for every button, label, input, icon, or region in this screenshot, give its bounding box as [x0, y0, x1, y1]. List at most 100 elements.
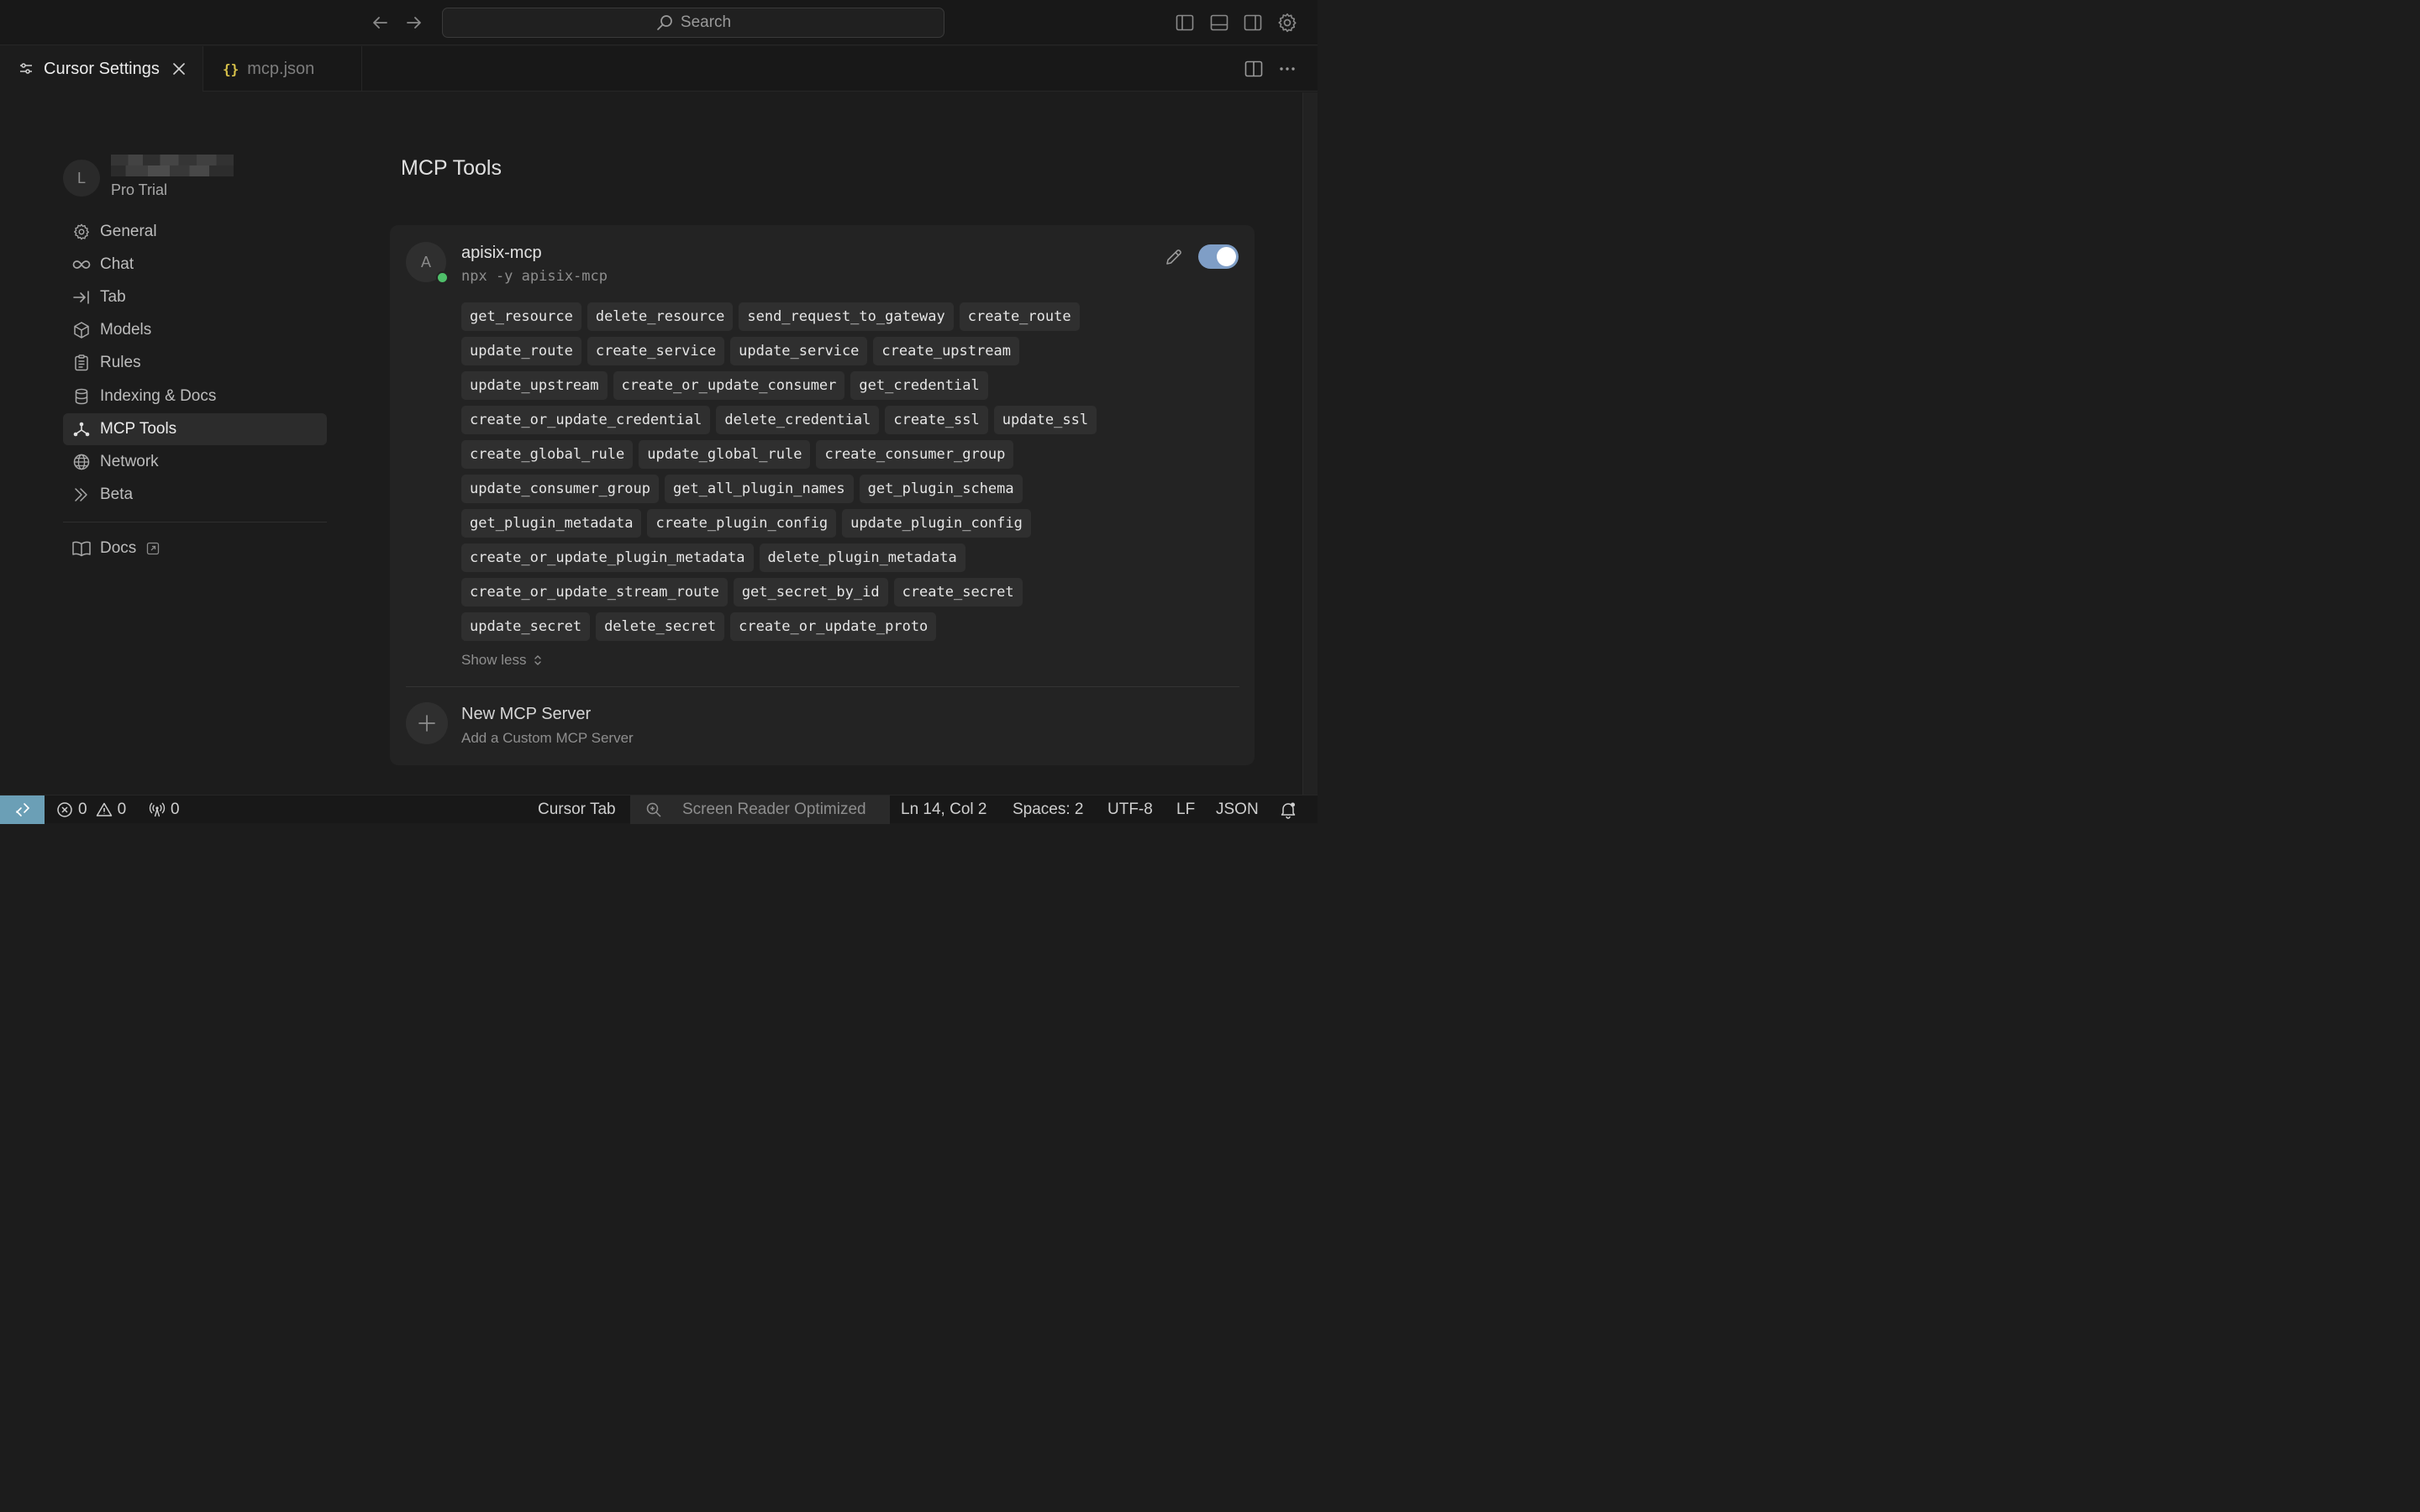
back-button[interactable] — [369, 11, 391, 34]
server-enabled-toggle[interactable] — [1198, 244, 1239, 269]
encoding-label: UTF-8 — [1107, 801, 1153, 818]
tab-mcp-json[interactable]: {} mcp.json — [204, 46, 362, 92]
sidebar-item-label: General — [100, 223, 157, 240]
globe-icon — [73, 454, 90, 470]
tool-chip[interactable]: create_secret — [893, 578, 1023, 606]
warning-count: 0 — [117, 801, 127, 818]
sidebar-item-indexing-docs[interactable]: Indexing & Docs — [63, 381, 327, 412]
command-search-box[interactable]: Search — [442, 8, 944, 38]
tool-chip[interactable]: create_plugin_config — [647, 509, 837, 538]
sidebar-item-models[interactable]: Models — [63, 314, 327, 346]
close-tab-button[interactable] — [171, 61, 187, 76]
show-less-label: Show less — [461, 652, 527, 668]
tab-cursor-settings[interactable]: Cursor Settings — [0, 46, 203, 92]
edit-server-button[interactable] — [1162, 245, 1186, 269]
server-command: npx -y apisix-mcp — [461, 268, 608, 285]
tool-chip[interactable]: get_plugin_metadata — [461, 509, 642, 538]
json-braces-icon: {} — [223, 60, 239, 77]
cursor-tab-status[interactable]: Cursor Tab — [538, 795, 616, 824]
chevron-up-down-icon — [534, 655, 542, 665]
tool-chip[interactable]: create_ssl — [885, 406, 988, 434]
vertical-scrollbar[interactable] — [1302, 92, 1318, 795]
cursor-tab-label: Cursor Tab — [538, 801, 616, 818]
more-actions-button[interactable] — [1276, 57, 1299, 81]
encoding-status[interactable]: UTF-8 — [1107, 795, 1153, 824]
split-editor-button[interactable] — [1242, 57, 1265, 81]
cube-icon — [74, 322, 89, 339]
plan-label: Pro Trial — [111, 181, 168, 198]
tool-chip[interactable]: get_resource — [461, 302, 581, 331]
screen-reader-status[interactable]: Screen Reader Optimized — [630, 795, 890, 824]
sidebar-right-icon — [1244, 14, 1262, 31]
language-mode-status[interactable]: JSON — [1216, 795, 1259, 824]
sidebar-item-mcp-tools[interactable]: MCP Tools — [63, 413, 327, 445]
tool-chip[interactable]: delete_secret — [596, 612, 725, 641]
tool-chip[interactable]: update_upstream — [461, 371, 608, 400]
problems-indicator[interactable]: 0 0 — [56, 795, 126, 824]
tool-chip[interactable]: delete_plugin_metadata — [759, 543, 965, 572]
editor-tab-bar: Cursor Settings {} mcp.json — [0, 46, 1318, 92]
gear-icon — [74, 223, 89, 240]
sidebar-item-label: MCP Tools — [100, 420, 177, 438]
tool-chip[interactable]: update_ssl — [993, 406, 1097, 434]
toggle-primary-sidebar-button[interactable] — [1173, 11, 1197, 34]
sidebar-item-chat[interactable]: Chat — [63, 249, 327, 281]
notifications-button[interactable] — [1279, 795, 1297, 824]
forward-button[interactable] — [403, 11, 425, 34]
tool-chip[interactable]: update_consumer_group — [461, 475, 659, 503]
network-nodes-icon — [73, 422, 90, 437]
tool-chip[interactable]: create_or_update_stream_route — [461, 578, 728, 606]
tool-chip[interactable]: get_credential — [850, 371, 988, 400]
tool-chip[interactable]: get_all_plugin_names — [664, 475, 854, 503]
tool-chip[interactable]: delete_credential — [716, 406, 880, 434]
toggle-panel-button[interactable] — [1207, 11, 1231, 34]
tool-chip[interactable]: create_or_update_proto — [730, 612, 937, 641]
sidebar-item-tab[interactable]: Tab — [63, 281, 327, 313]
sidebar-item-label: Tab — [100, 288, 126, 306]
toggle-secondary-sidebar-button[interactable] — [1241, 11, 1265, 34]
external-link-icon — [146, 542, 160, 555]
indentation-status[interactable]: Spaces: 2 — [1013, 795, 1084, 824]
sidebar-item-general[interactable]: General — [63, 216, 327, 248]
sidebar-left-icon — [1176, 14, 1194, 31]
infinity-icon — [72, 260, 91, 269]
tool-chip[interactable]: update_service — [730, 337, 868, 365]
tool-chip[interactable]: send_request_to_gateway — [739, 302, 954, 331]
tool-chip[interactable]: update_secret — [461, 612, 591, 641]
database-icon — [75, 388, 88, 405]
status-bar: 0 0 0 Cursor Tab Screen Reader Optimized… — [0, 795, 1318, 824]
tool-chip[interactable]: create_route — [959, 302, 1080, 331]
gear-icon — [1278, 13, 1297, 33]
tool-chip[interactable]: update_global_rule — [639, 440, 811, 469]
add-mcp-server-button[interactable] — [406, 702, 448, 744]
sidebar-item-docs[interactable]: Docs — [63, 533, 327, 564]
new-server-title[interactable]: New MCP Server — [461, 705, 591, 724]
settings-button[interactable] — [1276, 11, 1299, 34]
sidebar-item-beta[interactable]: Beta — [63, 479, 327, 511]
search-icon — [657, 15, 672, 30]
show-less-button[interactable]: Show less — [461, 652, 543, 669]
tool-chip[interactable]: create_global_rule — [461, 440, 634, 469]
tool-chip[interactable]: get_secret_by_id — [733, 578, 888, 606]
arrow-right-icon — [407, 17, 421, 29]
cursor-position[interactable]: Ln 14, Col 2 — [901, 795, 986, 824]
tool-chip[interactable]: update_route — [461, 337, 581, 365]
ports-indicator[interactable]: 0 — [149, 795, 180, 824]
tool-chip[interactable]: create_or_update_plugin_metadata — [461, 543, 754, 572]
tool-chip[interactable]: create_or_update_consumer — [613, 371, 845, 400]
server-name: apisix-mcp — [461, 244, 542, 262]
tool-chip[interactable]: create_consumer_group — [816, 440, 1014, 469]
tool-chip[interactable]: update_plugin_config — [842, 509, 1031, 538]
mcp-servers-card: A apisix-mcp npx -y apisix-mcp get_resou… — [390, 225, 1255, 765]
sidebar-item-network[interactable]: Network — [63, 446, 327, 478]
eol-status[interactable]: LF — [1176, 795, 1195, 824]
tool-chip[interactable]: create_or_update_credential — [461, 406, 711, 434]
tool-chip[interactable]: create_service — [587, 337, 725, 365]
clipboard-icon — [75, 354, 88, 371]
tool-chip[interactable]: delete_resource — [587, 302, 734, 331]
tool-chip[interactable]: get_plugin_schema — [859, 475, 1023, 503]
sidebar-item-label: Network — [100, 453, 159, 470]
remote-indicator[interactable] — [0, 795, 45, 824]
sidebar-item-rules[interactable]: Rules — [63, 347, 327, 379]
tool-chip[interactable]: create_upstream — [873, 337, 1019, 365]
